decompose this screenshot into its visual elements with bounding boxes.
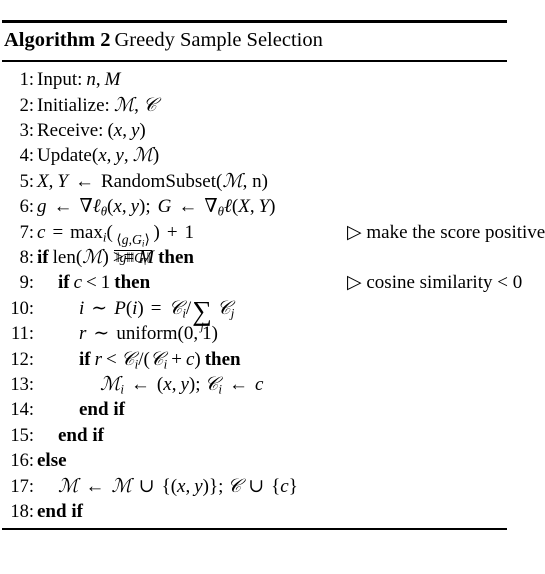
algorithm-line-9: 9: if c <1 then ▷ cosine similarity < 0: [0, 270, 545, 295]
line-number-6: 6:: [19, 197, 34, 218]
line-number-8: 8:: [19, 248, 34, 269]
line-content-3: Receive: (x, y): [37, 120, 146, 142]
line-content-4: Update(x, y, ℳ): [37, 144, 160, 167]
line-content-2: Initialize: ℳ, 𝒞: [37, 93, 157, 116]
line-number-15: 15:: [10, 425, 34, 446]
algorithm-line-14: 14: end if: [0, 397, 545, 422]
line-number-3: 3:: [19, 121, 34, 142]
line-content-11: r ∼ uniform(0, 1): [79, 323, 218, 345]
line-9-comment: ▷ cosine similarity < 0: [347, 272, 523, 294]
algorithm-caption: Algorithm 2 Greedy Sample Selection: [0, 23, 545, 56]
line-number-2: 2:: [19, 95, 34, 116]
algorithm-line-7: 7: c = maxi(⟨g,Gi⟩ ‖g‖‖Gi‖) +1 ▷ make the sco…: [0, 220, 545, 268]
algorithm-line-8: 8: if len(ℳ) >= Mthen: [0, 245, 545, 270]
line-content-9: if c <1 then ▷ cosine similarity < 0: [37, 270, 522, 295]
line-number-4: 4:: [19, 146, 34, 167]
algorithm-line-6: 6: g ← ∇ℓθ(x, y); G ← ∇θℓ(X, Y): [0, 194, 545, 219]
algorithm-line-16: 16: else: [0, 448, 545, 473]
algorithm-line-3: 3: Receive: (x, y): [0, 118, 545, 143]
line-number-16: 16:: [10, 451, 34, 472]
algorithm-line-4: 4: Update(x, y, ℳ): [0, 143, 545, 168]
algorithm-line-2: 2: Initialize: ℳ, 𝒞: [0, 93, 545, 118]
line-number-5: 5:: [19, 171, 34, 192]
algorithm-steps: 1: Input: n, M 2: Initialize: ℳ, 𝒞 3: Receiv…: [0, 62, 545, 524]
algorithm-line-13: 13: ℳi ← (x, y); 𝒞i ← c: [0, 372, 545, 397]
algorithm-line-12: 12: if r < 𝒞i/(𝒞i + c) then: [0, 347, 545, 372]
line-number-17: 17:: [10, 476, 34, 497]
line-number-12: 12:: [10, 349, 34, 370]
algorithm-number-label: Algorithm 2: [4, 29, 111, 51]
line-content-16: else: [37, 450, 67, 472]
algorithm-block: Algorithm 2 Greedy Sample Selection 1: In…: [0, 20, 545, 574]
line-number-9: 9:: [19, 273, 34, 294]
line-content-14: end if: [79, 399, 125, 421]
line-number-13: 13:: [10, 374, 34, 395]
algorithm-line-5: 5: X, Y ← RandomSubset(ℳ, n): [0, 169, 545, 194]
algorithm-line-15: 15: end if: [0, 423, 545, 448]
algorithm-line-10: 10: i ∼ P(i) = 𝒞i/∑ j 𝒞j: [0, 296, 545, 333]
line-content-1: Input: n, M: [37, 69, 121, 91]
algorithm-line-1: 1: Input: n, M: [0, 67, 545, 92]
rule-bottom: [2, 528, 507, 531]
line-content-8: if len(ℳ) >= Mthen: [37, 246, 194, 269]
line-number-7: 7:: [19, 222, 34, 243]
line-number-1: 1:: [19, 70, 34, 91]
line-number-11: 11:: [11, 324, 34, 345]
algorithm-line-11: 11: r ∼ uniform(0, 1): [0, 321, 545, 346]
line-content-17: ℳ ← ℳ ∪ {(x, y)}; 𝒞 ∪ {c}: [58, 474, 298, 497]
line-number-14: 14:: [10, 400, 34, 421]
algorithm-line-18: 18: end if: [0, 499, 545, 524]
algorithm-title-label: Greedy Sample Selection: [114, 29, 323, 51]
line-content-15: end if: [58, 424, 104, 446]
line-content-18: end if: [37, 500, 83, 522]
algorithm-line-17: 17: ℳ ← ℳ ∪ {(x, y)}; 𝒞 ∪ {c}: [0, 474, 545, 499]
line-number-18: 18:: [10, 501, 34, 522]
line-content-5: X, Y ← RandomSubset(ℳ, n): [37, 169, 268, 192]
line-7-comment: ▷ make the score positive: [347, 221, 545, 243]
line-number-10: 10:: [10, 298, 34, 319]
